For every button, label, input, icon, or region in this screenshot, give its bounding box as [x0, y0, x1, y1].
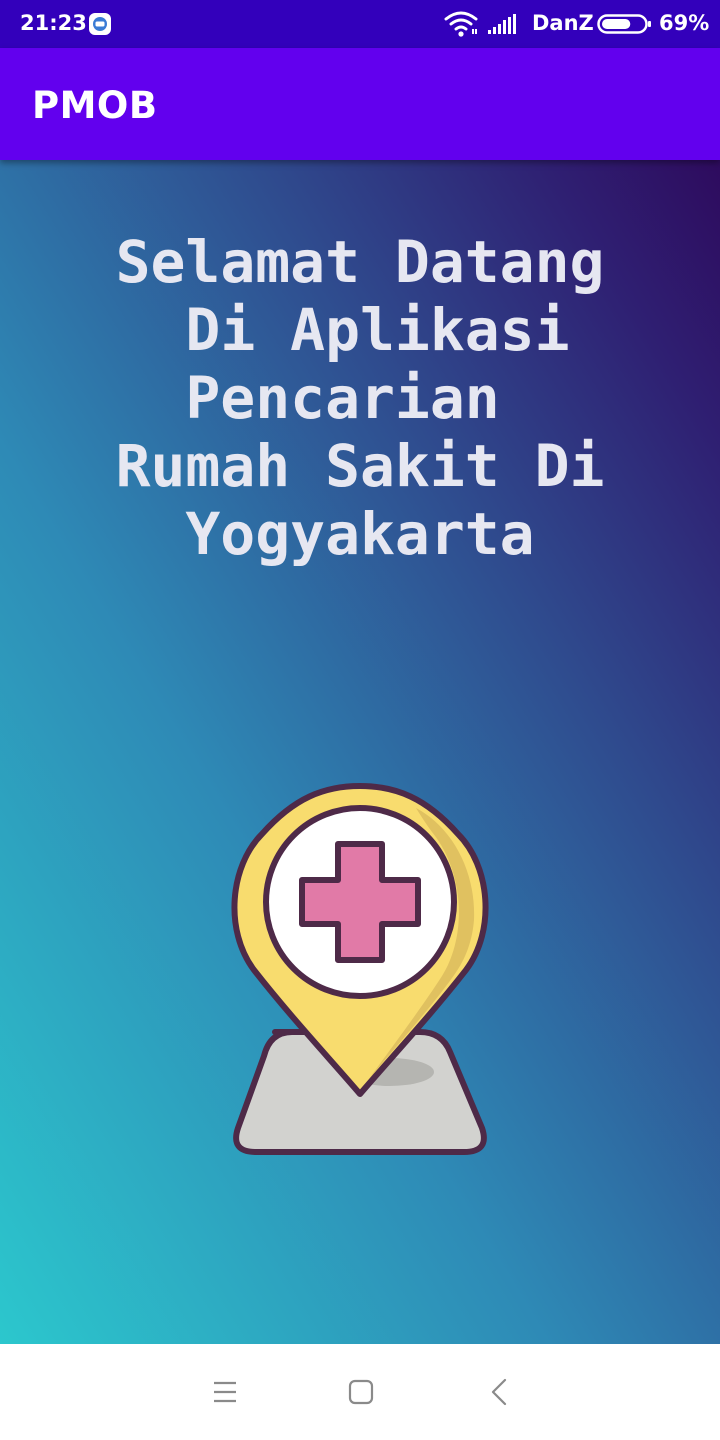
battery-level-fill [602, 19, 631, 29]
battery-percent: 69% [659, 11, 710, 35]
back-icon[interactable] [479, 1372, 519, 1412]
navigation-bar [0, 1344, 720, 1440]
welcome-text: Selamat Datang Di Aplikasi Pencarian Rum… [115, 228, 605, 568]
home-icon[interactable] [341, 1372, 381, 1412]
app-title: PMOB [32, 84, 158, 127]
hospital-location-pin-icon [231, 783, 489, 1155]
battery-icon [597, 14, 651, 34]
app-bar: PMOB [0, 48, 720, 160]
wifi-icon [444, 11, 478, 37]
main-content: Selamat Datang Di Aplikasi Pencarian Rum… [0, 160, 720, 1344]
status-time: 21:23 [20, 11, 87, 35]
app-notification-icon [89, 13, 111, 35]
status-bar: 21:23 DanZ 69% [0, 0, 720, 48]
carrier-name: DanZ [532, 11, 594, 35]
menu-icon[interactable] [205, 1372, 245, 1412]
cellular-signal-icon [488, 14, 516, 34]
